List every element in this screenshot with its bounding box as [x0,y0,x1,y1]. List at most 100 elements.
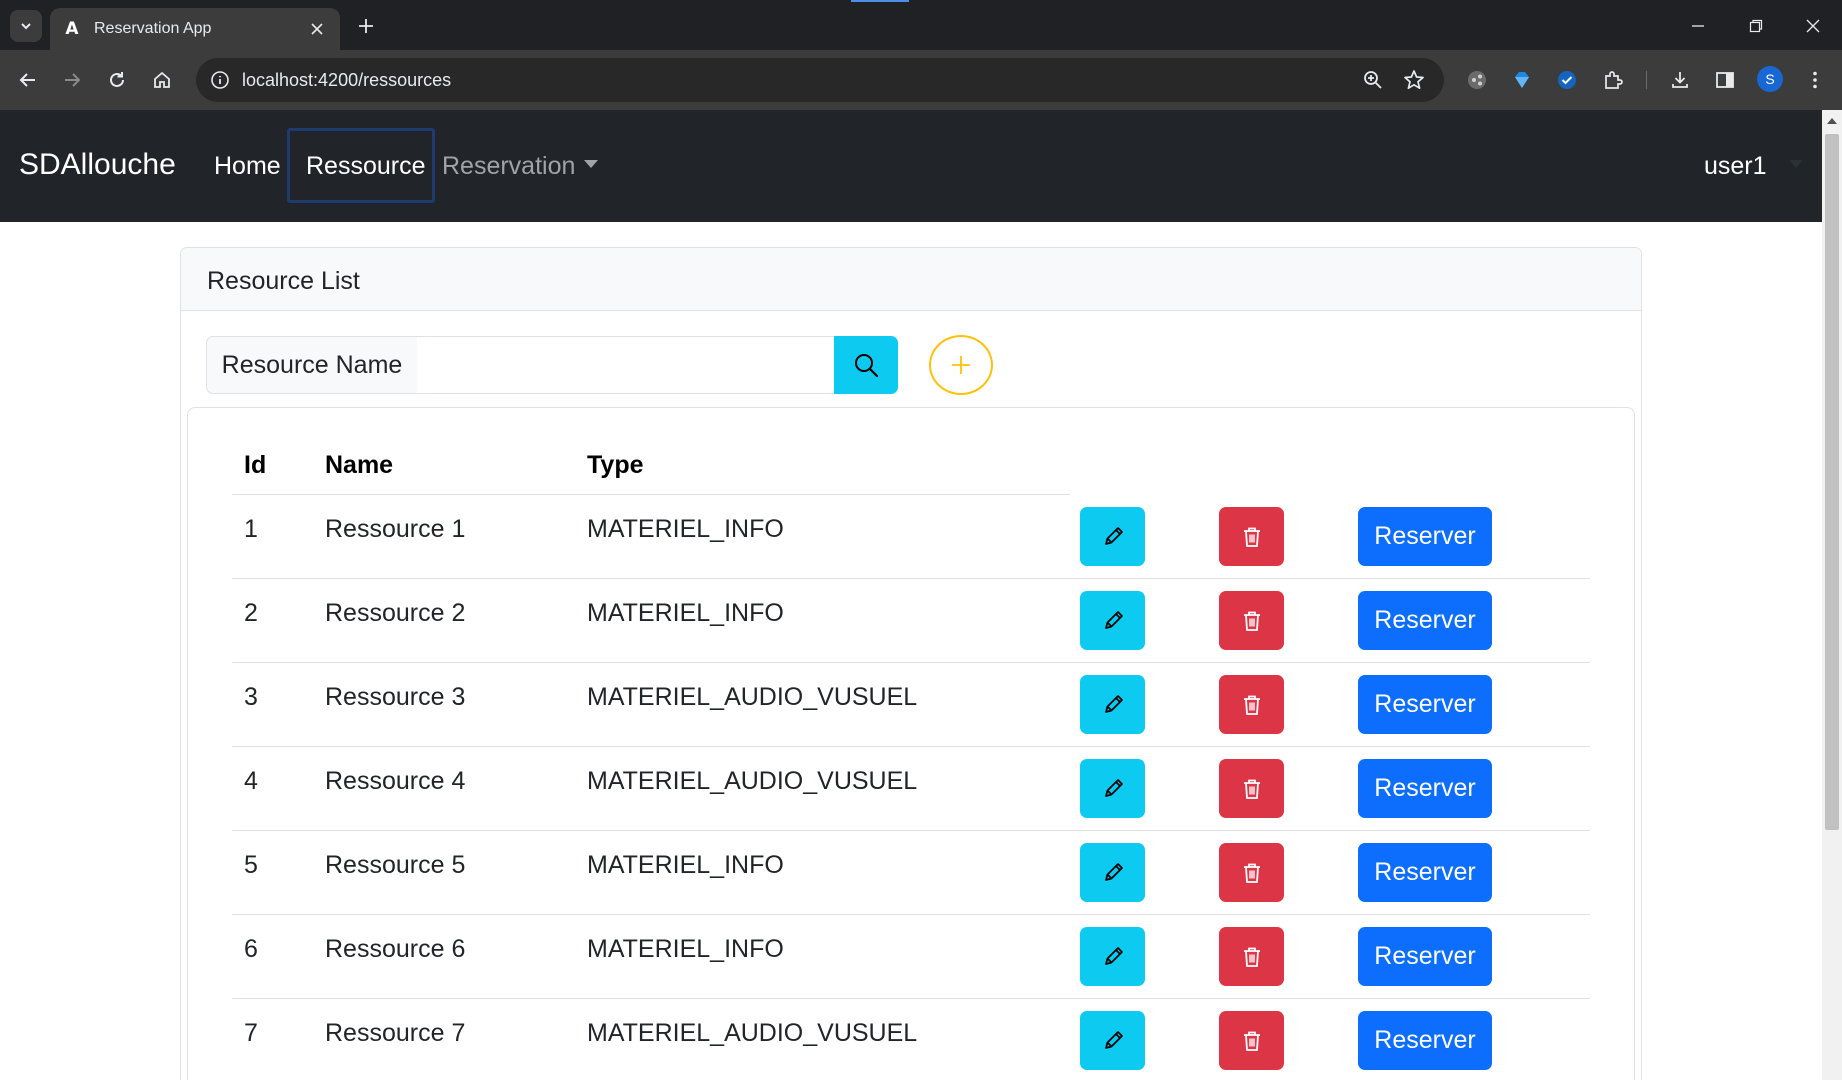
cell-id: 3 [244,683,258,711]
restore-button[interactable] [1742,12,1770,40]
cell-name: Ressource 2 [325,599,466,627]
toolbar-divider [1646,71,1647,89]
edit-button[interactable] [1080,927,1145,986]
trash-icon [1243,695,1260,715]
menu-kebab-icon[interactable] [1800,65,1830,95]
scroll-thumb[interactable] [1825,134,1839,830]
edit-button[interactable] [1080,759,1145,818]
column-header-id: Id [244,451,267,479]
reserve-button[interactable]: Reserver [1358,507,1492,566]
trash-icon [1243,779,1260,799]
tab-search-button[interactable] [10,10,42,42]
chevron-down-icon [21,23,31,30]
close-tab-icon[interactable] [306,18,328,40]
zoom-icon[interactable] [1361,68,1385,92]
pencil-icon [1104,610,1123,629]
table-header-divider [232,494,1070,495]
trash-icon [1243,527,1260,547]
tab-title: Reservation App [94,20,212,37]
cell-type: MATERIEL_AUDIO_VUSUEL [587,683,918,711]
navbar-brand[interactable]: SDAllouche [19,148,176,182]
nav-link-ressource[interactable]: Ressource [306,152,426,181]
delete-button[interactable] [1219,507,1284,566]
bookmark-star-icon[interactable] [1402,68,1426,92]
home-icon [154,71,170,88]
reserve-button[interactable]: Reserver [1358,1011,1492,1070]
nav-dropdown-reservation[interactable]: Reservation [442,152,599,181]
search-label: Resource Name [206,336,418,394]
pencil-icon [1104,778,1123,797]
edit-button[interactable] [1080,507,1145,566]
user-dropdown[interactable]: user1 [1704,152,1803,181]
address-bar[interactable]: localhost:4200/ressources [196,58,1444,102]
add-resource-button[interactable] [929,335,993,395]
browser-tab[interactable]: A Reservation App [50,8,340,50]
cell-type: MATERIEL_INFO [587,515,784,543]
edit-button[interactable] [1080,675,1145,734]
reserve-button[interactable]: Reserver [1358,675,1492,734]
browser-toolbar: localhost:4200/ressources S [0,50,1842,110]
edit-button[interactable] [1080,1011,1145,1070]
cell-type: MATERIEL_INFO [587,599,784,627]
back-button[interactable] [13,65,43,95]
site-info-icon[interactable] [208,68,232,92]
extensions-puzzle-icon[interactable] [1598,65,1628,95]
search-button[interactable] [834,336,898,394]
page-scrollbar[interactable] [1822,110,1842,1080]
trash-icon [1243,947,1260,967]
extension-check-icon[interactable] [1552,65,1582,95]
trash-icon [1243,611,1260,631]
reload-icon [110,72,124,87]
url-text[interactable]: localhost:4200/ressources [242,70,451,91]
download-icon[interactable] [1665,65,1695,95]
resource-name-search-input[interactable] [417,336,835,394]
trash-icon [1243,1031,1260,1051]
minimize-icon [1692,25,1704,27]
close-window-button[interactable] [1799,12,1827,40]
delete-button[interactable] [1219,591,1284,650]
extension-gem-icon[interactable] [1507,65,1537,95]
cell-name: Ressource 5 [325,851,466,879]
row-divider [232,914,1590,915]
forward-button[interactable] [57,65,87,95]
side-panel-icon[interactable] [1710,65,1740,95]
cell-id: 4 [244,767,258,795]
row-divider [232,578,1590,579]
search-icon [855,354,879,378]
cell-id: 7 [244,1019,258,1047]
edit-button[interactable] [1080,591,1145,650]
plus-icon [359,19,373,33]
reserve-button[interactable]: Reserver [1358,591,1492,650]
card-header: Resource List [181,248,1641,311]
delete-button[interactable] [1219,927,1284,986]
delete-button[interactable] [1219,1011,1284,1070]
pencil-icon [1104,1030,1123,1049]
profile-avatar[interactable]: S [1757,66,1783,92]
tab-indicator [851,0,909,2]
home-button[interactable] [147,65,177,95]
extension-share-icon[interactable] [1462,65,1492,95]
delete-button[interactable] [1219,675,1284,734]
edit-button[interactable] [1080,843,1145,902]
reload-button[interactable] [102,65,132,95]
reserve-button[interactable]: Reserver [1358,927,1492,986]
cell-name: Ressource 7 [325,1019,466,1047]
delete-button[interactable] [1219,759,1284,818]
reserve-button[interactable]: Reserver [1358,759,1492,818]
cell-id: 1 [244,515,258,543]
delete-button[interactable] [1219,843,1284,902]
pencil-icon [1104,694,1123,713]
caret-down-icon [584,160,599,168]
browser-tabstrip: A Reservation App [0,0,1842,50]
row-divider [232,662,1590,663]
restore-icon [1749,19,1763,33]
new-tab-button[interactable] [353,13,379,39]
cell-type: MATERIEL_AUDIO_VUSUEL [587,767,918,795]
nav-link-home[interactable]: Home [214,152,281,181]
reserve-button[interactable]: Reserver [1358,843,1492,902]
column-header-name: Name [325,451,394,479]
column-header-type: Type [587,451,644,479]
minimize-button[interactable] [1684,12,1712,40]
cell-name: Ressource 4 [325,767,466,795]
scroll-up-arrow-icon[interactable] [1827,118,1837,124]
